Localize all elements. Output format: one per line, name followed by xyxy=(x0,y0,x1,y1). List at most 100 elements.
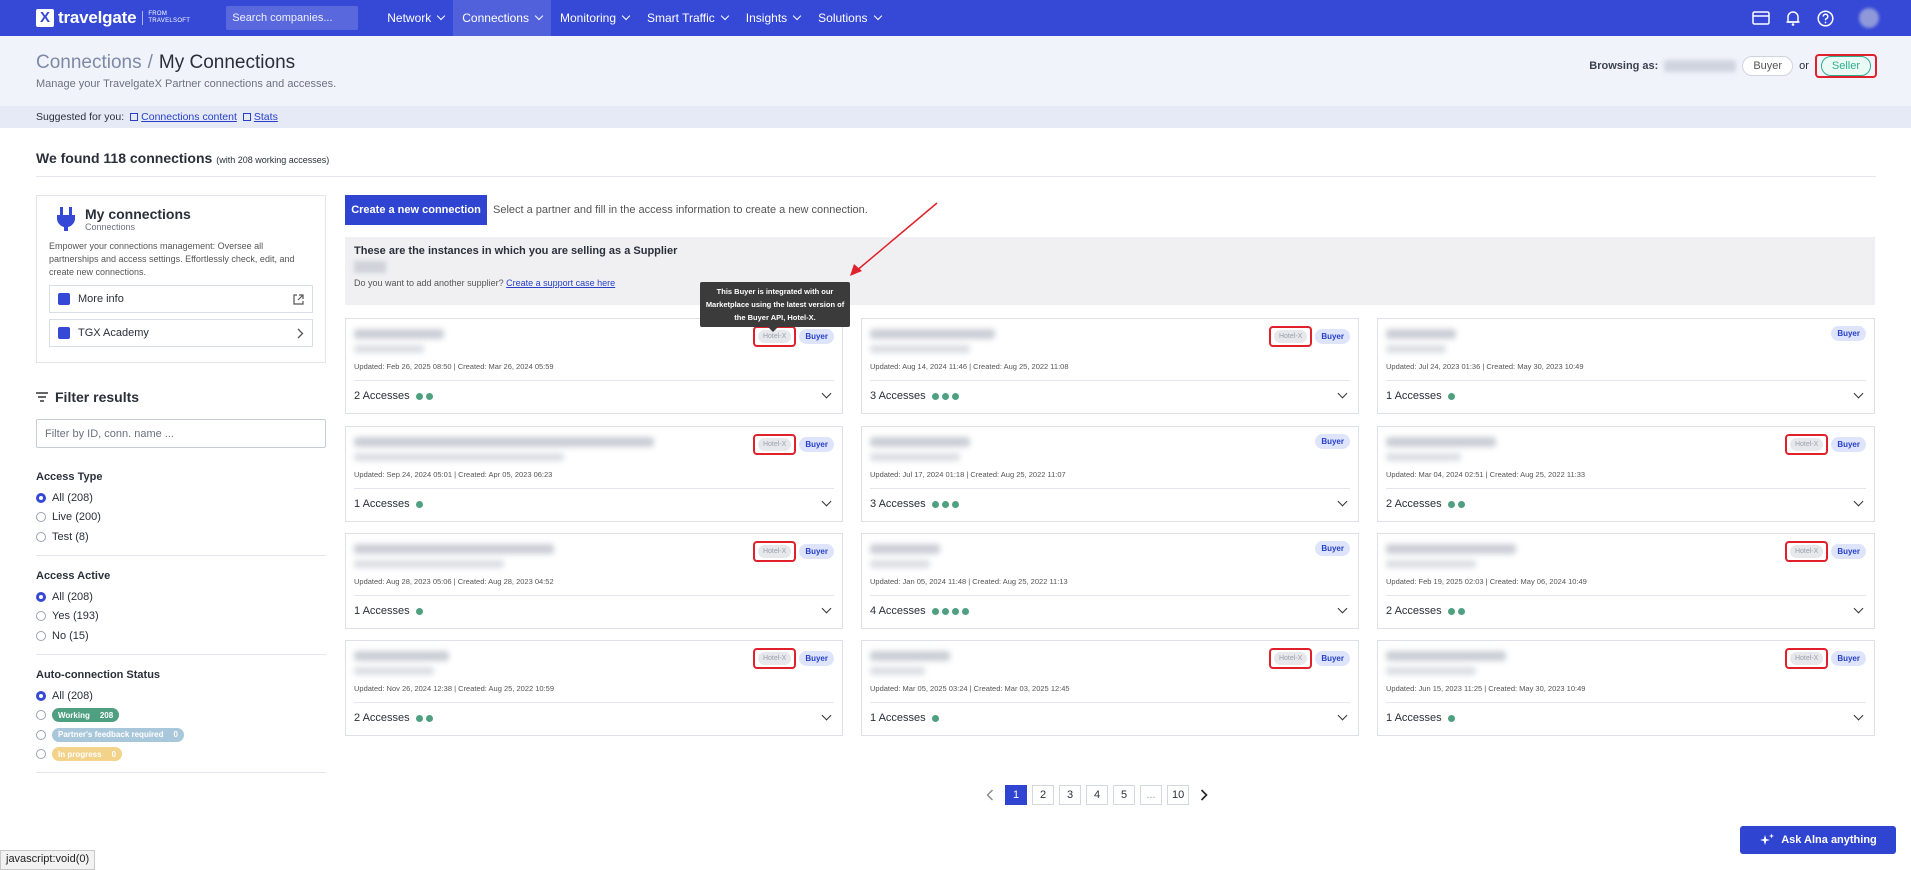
chevron-down-icon[interactable] xyxy=(1337,496,1348,507)
chevron-down-icon[interactable] xyxy=(821,603,832,614)
connection-card[interactable]: Buyer Updated: Jul 24, 2023 01:36 | Creat… xyxy=(1377,318,1875,414)
hotelx-badge[interactable]: Hotel-X xyxy=(1273,652,1308,665)
connection-card[interactable]: Hotel-X Buyer Updated: Nov 26, 2024 12:38 … xyxy=(345,640,843,736)
hotelx-badge[interactable]: Hotel-X xyxy=(757,545,792,558)
radio-unchecked[interactable] xyxy=(36,710,46,721)
chevron-down-icon[interactable] xyxy=(1853,388,1864,399)
help-icon[interactable] xyxy=(1815,8,1835,28)
hotelx-badge[interactable]: Hotel-X xyxy=(1789,545,1824,558)
radio-unchecked[interactable] xyxy=(36,630,46,641)
radio-unchecked[interactable] xyxy=(36,512,46,523)
chevron-down-icon[interactable] xyxy=(1853,603,1864,614)
filter-input[interactable] xyxy=(36,419,326,448)
menu-solutions[interactable]: Solutions xyxy=(809,0,889,36)
chevron-down-icon[interactable] xyxy=(1853,710,1864,721)
page-5[interactable]: 5 xyxy=(1113,785,1135,805)
radio-unchecked[interactable] xyxy=(36,729,46,740)
chevron-down-icon[interactable] xyxy=(1337,388,1348,399)
menu-connections[interactable]: Connections xyxy=(453,0,551,36)
breadcrumb-connections[interactable]: Connections xyxy=(36,52,142,73)
page-3[interactable]: 3 xyxy=(1059,785,1081,805)
page-2[interactable]: 2 xyxy=(1032,785,1054,805)
radio-unchecked[interactable] xyxy=(36,749,46,760)
radio-checked[interactable] xyxy=(36,690,46,701)
stats-link-text[interactable]: Stats xyxy=(254,111,278,123)
accesses-summary[interactable]: 2 Accesses xyxy=(1386,605,1465,617)
radio-access-active-all[interactable]: All (208) xyxy=(36,587,326,607)
prev-page-button[interactable] xyxy=(980,785,1000,805)
more-info-link[interactable]: More info xyxy=(49,285,313,313)
seller-toggle[interactable]: Seller xyxy=(1820,56,1871,76)
menu-insights[interactable]: Insights xyxy=(737,0,809,36)
radio-auto-progress[interactable]: In progress 0 xyxy=(36,745,326,765)
connections-content-link-text[interactable]: Connections content xyxy=(141,111,237,123)
working-status-dot xyxy=(941,392,949,400)
menu-smart-traffic[interactable]: Smart Traffic xyxy=(638,0,737,36)
radio-auto-all[interactable]: All (208) xyxy=(36,686,326,706)
radio-access-type-test[interactable]: Test (8) xyxy=(36,527,326,547)
page-4[interactable]: 4 xyxy=(1086,785,1108,805)
bell-icon[interactable] xyxy=(1783,8,1803,28)
connection-card[interactable]: Hotel-X Buyer Updated: Aug 14, 2024 11:46 … xyxy=(861,318,1359,414)
connection-card[interactable]: Buyer Updated: Jan 05, 2024 11:48 | Creat… xyxy=(861,533,1359,629)
search-input[interactable] xyxy=(226,6,359,30)
ask-alna-button[interactable]: Ask Alna anything xyxy=(1740,826,1896,854)
menu-network[interactable]: Network xyxy=(378,0,453,36)
radio-unchecked[interactable] xyxy=(36,611,46,622)
accesses-summary[interactable]: 2 Accesses xyxy=(354,712,433,724)
radio-access-active-no[interactable]: No (15) xyxy=(36,626,326,646)
menu-label: Insights xyxy=(745,11,788,25)
hotelx-badge[interactable]: Hotel-X xyxy=(757,652,792,665)
card-dates: Updated: Mar 04, 2024 02:51 | Created: A… xyxy=(1386,470,1586,479)
menu-monitoring[interactable]: Monitoring xyxy=(551,0,638,36)
accesses-summary[interactable]: 1 Accesses xyxy=(870,712,939,724)
avatar[interactable] xyxy=(1859,8,1879,28)
travelgate-logo[interactable]: X travelgate FROM TRAVELSOFT xyxy=(36,0,190,36)
radio-access-type-live[interactable]: Live (200) xyxy=(36,508,326,528)
hotelx-badge[interactable]: Hotel-X xyxy=(1273,330,1308,343)
chevron-down-icon[interactable] xyxy=(821,710,832,721)
accesses-summary[interactable]: 1 Accesses xyxy=(354,498,423,510)
connection-card[interactable]: Hotel-X Buyer Updated: Mar 04, 2024 02:51 … xyxy=(1377,426,1875,522)
support-case-link[interactable]: Create a support case here xyxy=(506,278,615,288)
next-page-button[interactable] xyxy=(1194,785,1214,805)
hotelx-badge[interactable]: Hotel-X xyxy=(1789,652,1824,665)
accesses-summary[interactable]: 2 Accesses xyxy=(354,390,433,402)
create-connection-button[interactable]: Create a new connection xyxy=(345,195,487,225)
connections-content-link[interactable]: Connections content xyxy=(130,106,237,128)
accesses-summary[interactable]: 2 Accesses xyxy=(1386,498,1465,510)
radio-auto-working[interactable]: Working 208 xyxy=(36,706,326,726)
connection-card[interactable]: Hotel-X Buyer Updated: Mar 05, 2025 03:24 … xyxy=(861,640,1359,736)
accesses-summary[interactable]: 1 Accesses xyxy=(354,605,423,617)
tgx-academy-link[interactable]: TGX Academy xyxy=(49,319,313,347)
accesses-summary[interactable]: 1 Accesses xyxy=(1386,390,1455,402)
stats-link[interactable]: Stats xyxy=(242,106,278,128)
connection-card[interactable]: Hotel-X Buyer Updated: Feb 26, 2025 08:50 … xyxy=(345,318,843,414)
connection-card[interactable]: Hotel-X Buyer Updated: Sep 24, 2024 05:01 … xyxy=(345,426,843,522)
chevron-down-icon[interactable] xyxy=(1853,496,1864,507)
connection-card[interactable]: Buyer Updated: Jul 17, 2024 01:18 | Creat… xyxy=(861,426,1359,522)
hotelx-badge[interactable]: Hotel-X xyxy=(1789,438,1824,451)
chevron-down-icon[interactable] xyxy=(1337,710,1348,721)
chevron-down-icon[interactable] xyxy=(821,388,832,399)
chevron-down-icon[interactable] xyxy=(821,496,832,507)
radio-access-active-yes[interactable]: Yes (193) xyxy=(36,607,326,627)
accesses-summary[interactable]: 3 Accesses xyxy=(870,390,959,402)
radio-checked[interactable] xyxy=(36,492,46,503)
card-icon[interactable] xyxy=(1751,8,1771,28)
radio-auto-feedback[interactable]: Partner's feedback required 0 xyxy=(36,725,326,745)
accesses-summary[interactable]: 3 Accesses xyxy=(870,498,959,510)
connection-card[interactable]: Hotel-X Buyer Updated: Feb 19, 2025 02:03 … xyxy=(1377,533,1875,629)
accesses-summary[interactable]: 1 Accesses xyxy=(1386,712,1455,724)
connection-card[interactable]: Hotel-X Buyer Updated: Jun 15, 2023 11:25 … xyxy=(1377,640,1875,736)
chevron-down-icon[interactable] xyxy=(1337,603,1348,614)
page-1[interactable]: 1 xyxy=(1005,785,1027,805)
radio-access-type-all[interactable]: All (208) xyxy=(36,488,326,508)
accesses-summary[interactable]: 4 Accesses xyxy=(870,605,969,617)
hotelx-badge[interactable]: Hotel-X xyxy=(757,438,792,451)
connection-card[interactable]: Hotel-X Buyer Updated: Aug 28, 2023 05:06 … xyxy=(345,533,843,629)
page-10[interactable]: 10 xyxy=(1167,785,1190,805)
radio-unchecked[interactable] xyxy=(36,531,46,542)
radio-checked[interactable] xyxy=(36,591,46,602)
buyer-toggle[interactable]: Buyer xyxy=(1742,56,1794,76)
